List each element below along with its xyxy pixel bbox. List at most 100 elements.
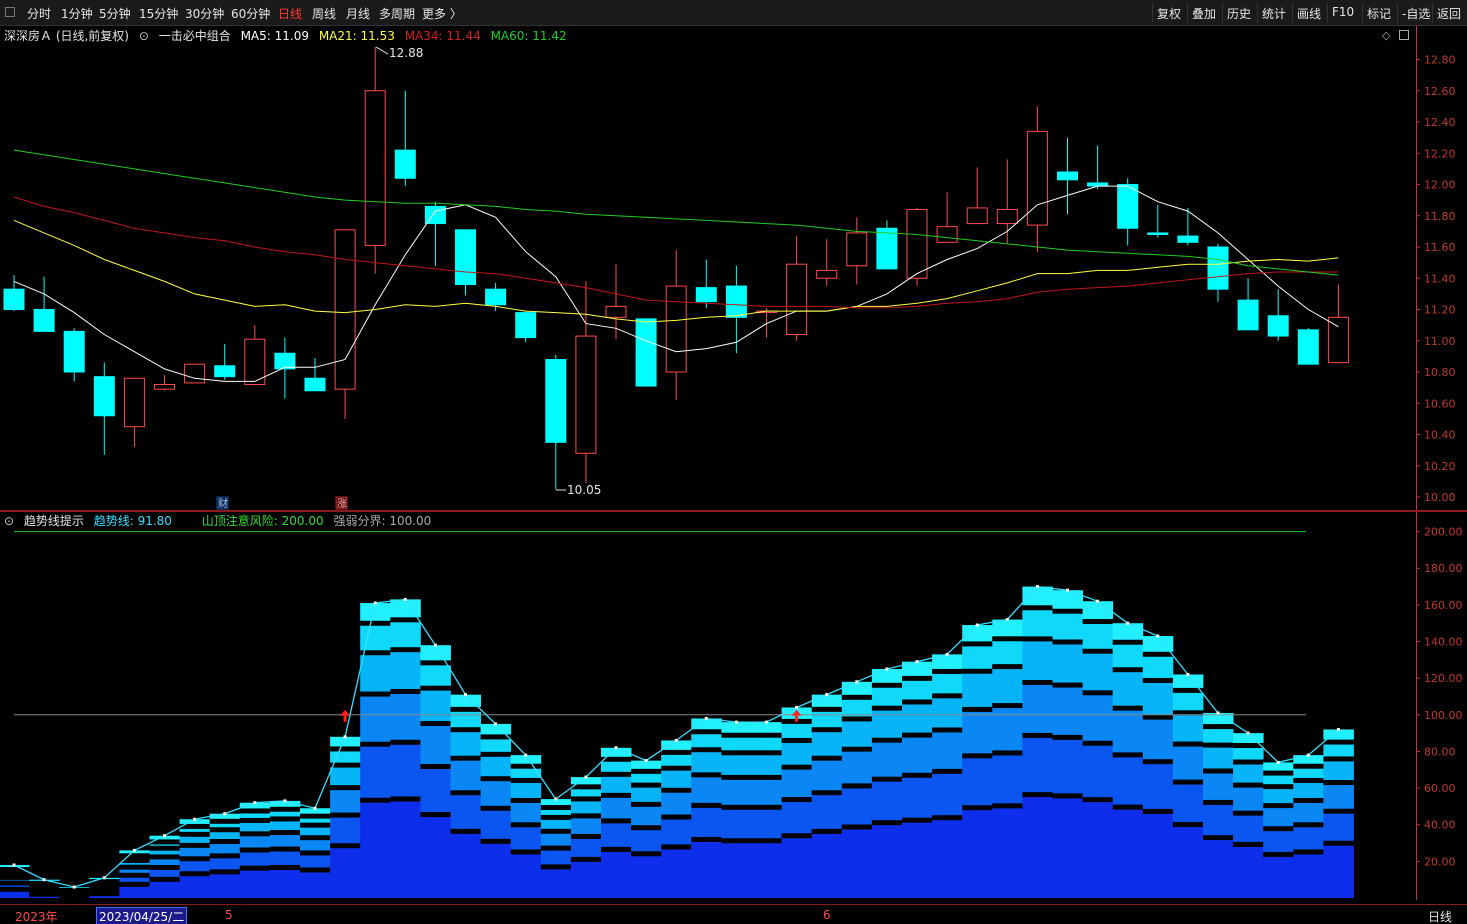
trend-band-segment	[721, 722, 752, 733]
period-tab-fenshi[interactable]: 分时	[27, 5, 51, 22]
band-gap	[1323, 780, 1354, 786]
trend-band-segment	[631, 851, 662, 898]
trend-band-segment	[1293, 849, 1324, 898]
band-gap	[902, 699, 933, 705]
period-tab-weekly[interactable]: 周线	[312, 5, 336, 22]
panel-toggle-icon[interactable]	[5, 7, 15, 17]
restore-rights-button[interactable]: 复权	[1152, 3, 1185, 23]
band-gap	[330, 746, 361, 752]
trend-point	[1216, 711, 1220, 715]
candle-up	[966, 207, 988, 225]
band-gap	[450, 828, 481, 834]
trend-band-segment	[1112, 623, 1144, 640]
period-indicator[interactable]: 日线	[1428, 908, 1452, 924]
trend-point	[373, 601, 377, 605]
trend-band-segment	[1233, 841, 1264, 898]
band-gap	[781, 797, 813, 803]
candle-down	[515, 312, 537, 339]
sub-indicator-icon[interactable]: ⊙	[4, 514, 14, 528]
trend-band-segment	[1052, 682, 1083, 735]
finance-event-marker[interactable]: 财	[218, 497, 228, 510]
remove-watchlist-button[interactable]: -自选	[1397, 3, 1434, 23]
trend-point	[72, 885, 76, 889]
period-tab-15min[interactable]: 15分钟	[139, 5, 178, 22]
candle-up	[364, 90, 386, 246]
period-tab-30min[interactable]: 30分钟	[185, 5, 224, 22]
rise-event-marker[interactable]: 涨	[337, 498, 347, 510]
band-gap	[1203, 742, 1234, 748]
history-button[interactable]: 历史	[1222, 3, 1255, 23]
period-tab-more[interactable]: 更多 〉	[422, 5, 462, 22]
trend-indicator-panel[interactable]: ⊙ 趋势线提示 趋势线: 91.80 山顶注意风险: 200.00 强弱分界: …	[0, 512, 1416, 900]
trend-band-segment	[932, 815, 963, 898]
sub-indicator-title[interactable]: 趋势线提示	[24, 514, 84, 528]
trend-band-segment	[962, 625, 993, 642]
band-gap	[390, 617, 421, 623]
back-button[interactable]: 返回	[1432, 3, 1465, 23]
band-gap	[1203, 724, 1234, 730]
axis-tick-label: 120.00	[1424, 672, 1463, 685]
band-gap	[570, 796, 602, 802]
band-gap	[962, 753, 993, 759]
band-gap	[1203, 768, 1234, 774]
band-gap	[751, 732, 782, 738]
axis-tick-label: 10.80	[1424, 366, 1456, 379]
candle-down	[214, 365, 236, 378]
band-gap	[480, 838, 512, 844]
candle-up	[575, 335, 597, 454]
axis-tick-label: 12.40	[1424, 116, 1456, 129]
indicator-name[interactable]: 一击必中组合	[159, 29, 231, 43]
trend-band-segment	[661, 844, 692, 898]
band-gap	[902, 675, 933, 681]
trend-band-segment	[360, 603, 391, 621]
band-gap	[631, 801, 662, 807]
trend-area-chart[interactable]	[0, 512, 1416, 900]
period-tab-daily[interactable]: 日线	[278, 5, 302, 22]
band-gap	[1082, 740, 1114, 746]
price-chart-panel[interactable]: 12.88 10.05 财 涨 深深房Ａ (日线,前复权) ⊙ 一击必中组合 M…	[0, 26, 1416, 510]
statistics-button[interactable]: 统计	[1257, 3, 1290, 23]
band-gap	[209, 818, 241, 824]
trend-band-segment	[390, 739, 421, 797]
period-tab-monthly[interactable]: 月线	[346, 5, 370, 22]
candle-up	[334, 229, 356, 390]
f10-button[interactable]: F10	[1327, 3, 1358, 23]
panel-maximize-icon[interactable]	[1399, 30, 1409, 40]
band-gap	[179, 871, 211, 877]
candle-up	[665, 285, 687, 373]
indicator-dropdown-icon[interactable]: ⊙	[139, 29, 149, 43]
period-tab-5min[interactable]: 5分钟	[99, 5, 131, 22]
band-gap	[149, 864, 180, 870]
band-gap	[661, 765, 692, 771]
candle-down	[1087, 182, 1109, 187]
band-gap	[661, 814, 692, 820]
band-gap	[751, 750, 782, 756]
period-tab-60min[interactable]: 60分钟	[231, 5, 270, 22]
trend-band-segment	[1323, 840, 1354, 898]
month-june-label: 6	[823, 908, 831, 922]
trend-point	[945, 652, 949, 656]
band-gap	[721, 804, 752, 810]
overlay-button[interactable]: 叠加	[1187, 3, 1220, 23]
band-gap	[1112, 804, 1144, 810]
axis-tick-label: 10.20	[1424, 460, 1456, 473]
period-tab-multi[interactable]: 多周期	[379, 5, 415, 22]
panel-settings-icon[interactable]: ◇	[1382, 29, 1390, 42]
period-tab-1min[interactable]: 1分钟	[61, 5, 93, 22]
band-gap	[390, 647, 421, 653]
trend-band-segment	[1022, 732, 1053, 793]
trend-band-segment	[450, 790, 481, 829]
trend-band-segment	[570, 856, 602, 898]
mark-button[interactable]: 标记	[1362, 3, 1395, 23]
trend-band-segment	[902, 772, 933, 818]
band-gap	[932, 768, 963, 774]
trend-point	[674, 738, 678, 742]
trend-band-segment	[1022, 586, 1053, 606]
band-gap	[1263, 770, 1294, 776]
band-gap	[420, 721, 451, 727]
candlestick-chart[interactable]: 12.88 10.05 财 涨	[0, 26, 1416, 510]
draw-line-button[interactable]: 画线	[1292, 3, 1325, 23]
candle-down	[635, 318, 657, 387]
band-gap	[721, 774, 752, 780]
candle-down	[1297, 329, 1319, 365]
